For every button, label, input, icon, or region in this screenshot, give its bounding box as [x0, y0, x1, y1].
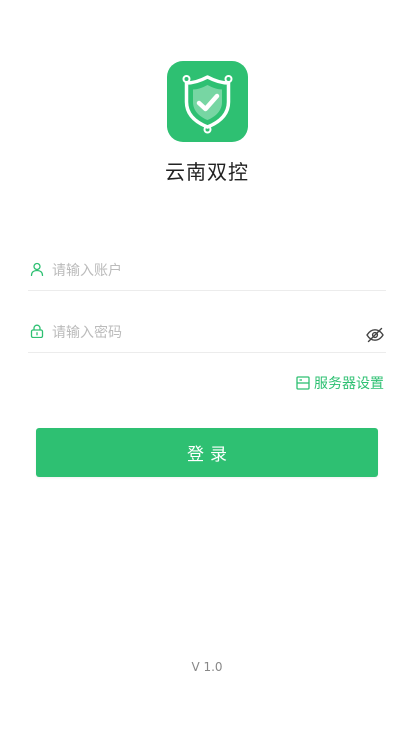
user-icon [30, 262, 44, 276]
eye-off-icon[interactable] [366, 327, 384, 343]
lock-icon [30, 324, 44, 338]
server-icon [296, 376, 310, 390]
app-title: 云南双控 [165, 160, 249, 184]
shield-check-icon [182, 75, 233, 134]
account-input[interactable] [52, 260, 352, 282]
app-logo [167, 61, 248, 142]
password-input[interactable] [52, 322, 352, 344]
server-settings-label: 服务器设置 [314, 376, 384, 392]
account-field[interactable] [28, 250, 386, 291]
version-label: V 1.0 [191, 660, 223, 674]
login-button[interactable]: 登录 [36, 428, 378, 477]
server-settings-link[interactable]: 服务器设置 [296, 372, 384, 394]
password-field[interactable] [28, 312, 386, 353]
